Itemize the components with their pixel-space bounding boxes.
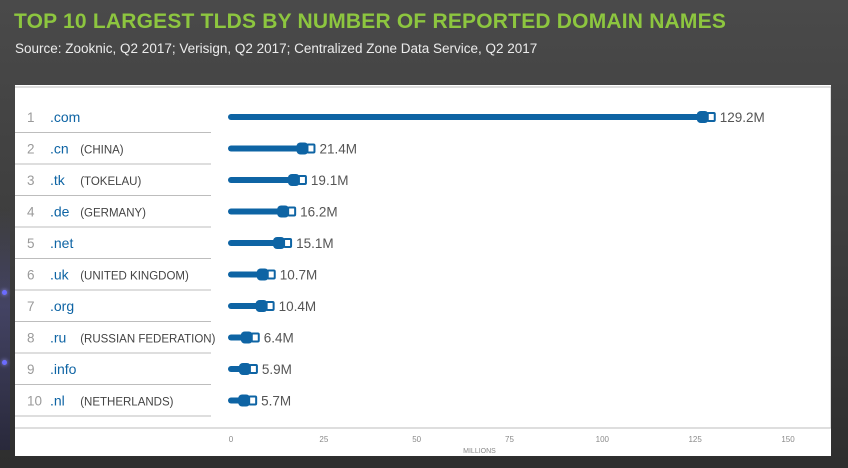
bar-plug-tip	[297, 175, 307, 185]
value-label: 15.1M	[296, 236, 334, 251]
chart-panel: 1 .com 129.2M 2 .cn (CHINA) 21.4M 3 .tk (TOKELAU)…	[15, 85, 832, 456]
bar-chart: 1 .com 129.2M 2 .cn (CHINA) 21.4M 3 .tk (TOKELAU)…	[15, 86, 832, 455]
value-label: 129.2M	[720, 110, 765, 125]
x-tick-label: 150	[781, 435, 795, 444]
tld-label: .com	[50, 109, 80, 125]
rank-label: 9	[27, 362, 35, 377]
value-label: 5.7M	[261, 394, 291, 409]
tld-label: .info	[50, 361, 77, 377]
background-decoration	[0, 210, 10, 450]
x-axis-title: MILLIONS	[463, 448, 496, 455]
bar-plug-tip	[266, 269, 276, 280]
glow-dot-decoration	[2, 360, 7, 365]
value-label: 19.1M	[311, 173, 349, 188]
x-tick-label: 50	[412, 435, 421, 444]
bar-plug-tip	[248, 364, 258, 374]
tld-label: .nl	[50, 393, 65, 409]
bar-plug-tip	[283, 238, 293, 248]
country-label: (CHINA)	[80, 145, 124, 157]
x-tick-label: 125	[688, 435, 702, 444]
value-label: 21.4M	[319, 142, 357, 157]
rank-label: 6	[27, 268, 35, 283]
rank-label: 4	[27, 205, 35, 220]
tld-label: .net	[50, 235, 73, 251]
country-label: (UNITED KINGDOM)	[80, 271, 189, 283]
glow-dot-decoration	[2, 290, 7, 295]
bar-plug-tip	[287, 206, 297, 217]
tld-label: .cn	[50, 141, 69, 157]
chart-subtitle: Source: Zooknic, Q2 2017; Verisign, Q2 2…	[15, 41, 538, 56]
country-label: (TOKELAU)	[80, 176, 141, 188]
x-tick-label: 0	[229, 435, 234, 444]
rank-label: 5	[27, 236, 35, 251]
rank-label: 7	[27, 299, 35, 314]
value-label: 6.4M	[264, 331, 294, 346]
country-label: (RUSSIAN FEDERATION)	[80, 334, 215, 346]
tld-label: .org	[50, 298, 74, 314]
bar-plug-tip	[306, 143, 316, 154]
bar-plug-tip	[248, 395, 258, 406]
tld-label: .ru	[50, 330, 66, 346]
x-tick-label: 100	[596, 435, 610, 444]
value-label: 10.4M	[279, 299, 317, 314]
value-label: 5.9M	[262, 362, 292, 377]
bar-plug-tip	[706, 112, 716, 122]
rank-label: 2	[27, 142, 35, 157]
tld-label: .de	[50, 204, 70, 220]
value-label: 16.2M	[300, 205, 338, 220]
tld-label: .uk	[50, 267, 70, 283]
country-label: (GERMANY)	[80, 208, 146, 220]
x-tick-label: 25	[319, 435, 328, 444]
country-label: (NETHERLANDS)	[80, 397, 173, 409]
chart-title: TOP 10 LARGEST TLDS BY NUMBER OF REPORTE…	[14, 10, 727, 33]
rank-label: 1	[27, 110, 35, 125]
bar-plug-tip	[250, 332, 260, 343]
x-tick-label: 75	[505, 435, 514, 444]
value-label: 10.7M	[280, 268, 318, 283]
rank-label: 10	[27, 394, 42, 409]
bar-plug-tip	[265, 301, 275, 311]
rank-label: 3	[27, 173, 35, 188]
rank-label: 8	[27, 331, 35, 346]
tld-label: .tk	[50, 172, 66, 188]
